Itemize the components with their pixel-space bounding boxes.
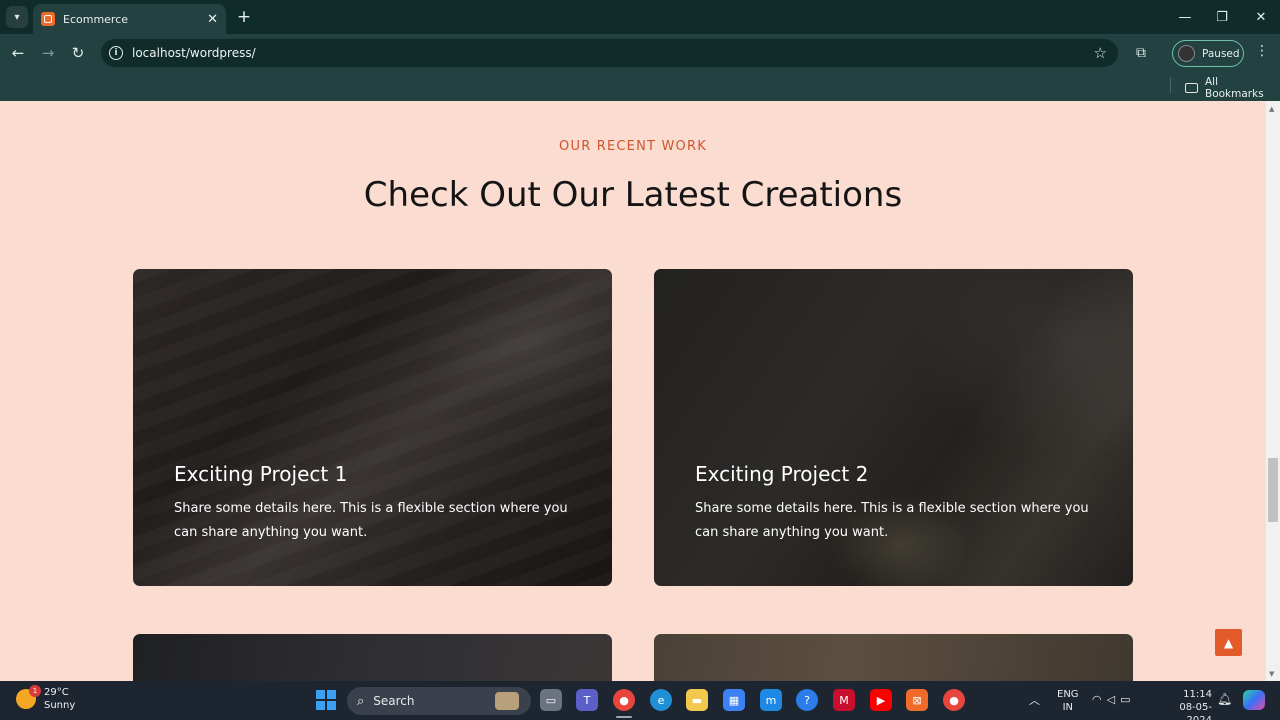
all-bookmarks-button[interactable]: All Bookmarks — [1185, 76, 1280, 100]
copilot-icon[interactable] — [1243, 690, 1265, 710]
browser-tab-strip: ▾ Ecommerce ✕ + — ❐ ✕ — [0, 0, 1280, 34]
scroll-to-top-button[interactable]: ▲ — [1215, 629, 1242, 656]
youtube-icon[interactable]: ▶ — [870, 689, 892, 711]
bookmarks-bar: All Bookmarks — [0, 72, 1280, 101]
more-menu-icon[interactable]: ⋮ — [1255, 43, 1269, 59]
chrome-icon[interactable]: ● — [613, 689, 635, 711]
windows-start-icon[interactable] — [316, 690, 336, 710]
close-tab-icon[interactable]: ✕ — [207, 12, 218, 27]
close-window-icon[interactable]: ✕ — [1246, 6, 1276, 28]
project-card-description: Share some details here. This is a flexi… — [174, 501, 568, 540]
taskbar-search[interactable]: ⌕ Search — [347, 687, 531, 715]
notification-bell-icon[interactable]: 🔔︎ — [1217, 692, 1232, 706]
weather-notification-badge: 1 — [29, 685, 41, 697]
language-indicator[interactable]: ENG IN — [1057, 688, 1079, 714]
file-explorer-icon[interactable]: ▬ — [686, 689, 708, 711]
clock-time: 11:14 — [1183, 689, 1212, 700]
weather-desc: Sunny — [44, 700, 76, 711]
all-bookmarks-label: All Bookmarks — [1205, 76, 1264, 100]
task-view-icon[interactable]: ▭ — [540, 689, 562, 711]
minimize-icon[interactable]: — — [1170, 6, 1200, 28]
project-card-1[interactable]: Exciting Project 1 Share some details he… — [133, 269, 612, 586]
site-favicon-icon — [41, 12, 55, 26]
mywp-icon[interactable]: m — [760, 689, 782, 711]
chrome-profile-icon[interactable]: ● — [943, 689, 965, 711]
show-hidden-icons-icon[interactable]: ︿ — [1029, 692, 1040, 708]
help-icon[interactable]: ? — [796, 689, 818, 711]
clock[interactable]: 11:14 08-05-2024 — [1156, 688, 1212, 720]
battery-icon[interactable]: ▭ — [1120, 693, 1135, 706]
url-text[interactable]: localhost/wordpress/ — [132, 46, 1094, 60]
scroll-down-arrow-icon[interactable]: ▼ — [1269, 670, 1274, 678]
scroll-up-arrow-icon[interactable]: ▲ — [1269, 105, 1274, 113]
page-scrollbar[interactable]: ▲ ▼ — [1266, 101, 1280, 681]
volume-icon[interactable]: ◁ — [1107, 693, 1120, 706]
address-bar[interactable]: i localhost/wordpress/ ☆ — [101, 39, 1118, 67]
restore-icon[interactable]: ❐ — [1207, 6, 1237, 28]
profile-status: Paused — [1202, 47, 1240, 60]
project-card-title: Exciting Project 2 — [695, 462, 869, 486]
weather-widget[interactable]: 1 29°C Sunny — [16, 685, 75, 712]
system-tray-icons[interactable]: ◠◁▭ — [1092, 693, 1135, 706]
teams-icon[interactable]: T — [576, 689, 598, 711]
back-icon[interactable]: ← — [7, 42, 29, 64]
edge-icon[interactable]: e — [650, 689, 672, 711]
weather-temp: 29°C — [44, 687, 69, 698]
mcafee-icon[interactable]: M — [833, 689, 855, 711]
weather-text: 29°C Sunny — [44, 686, 75, 712]
page-viewport: OUR RECENT WORK Check Out Our Latest Cre… — [0, 101, 1266, 681]
tab-ecommerce[interactable]: Ecommerce ✕ — [33, 4, 226, 34]
clock-date: 08-05-2024 — [1179, 702, 1212, 720]
section-eyebrow: OUR RECENT WORK — [559, 139, 707, 154]
browser-toolbar: ← → ↻ i localhost/wordpress/ ☆ ⧉ Paused … — [0, 34, 1280, 72]
project-card-3[interactable] — [133, 634, 612, 681]
avatar — [1178, 45, 1195, 62]
tab-title: Ecommerce — [63, 12, 129, 26]
project-card-4[interactable] — [654, 634, 1133, 681]
reload-icon[interactable]: ↻ — [67, 42, 89, 64]
search-icon: ⌕ — [357, 693, 365, 709]
bookmark-star-icon[interactable]: ☆ — [1094, 44, 1107, 62]
search-label: Search — [373, 694, 415, 708]
sun-icon: 1 — [16, 685, 41, 709]
microsoft-store-icon[interactable]: ▦ — [723, 689, 745, 711]
xampp-icon[interactable]: ⊠ — [906, 689, 928, 711]
wifi-icon[interactable]: ◠ — [1092, 693, 1107, 706]
profile-button[interactable]: Paused — [1172, 40, 1244, 67]
scrollbar-thumb[interactable] — [1268, 458, 1278, 522]
new-tab-icon[interactable]: + — [234, 6, 254, 28]
search-highlight-icon — [495, 692, 519, 710]
windows-taskbar: 1 29°C Sunny ⌕ Search ▭ T ● e ▬ ▦ m ? M … — [0, 681, 1280, 720]
project-card-2[interactable]: Exciting Project 2 Share some details he… — [654, 269, 1133, 586]
section-headline: Check Out Our Latest Creations — [363, 175, 903, 215]
tab-search-chevron-icon[interactable]: ▾ — [6, 6, 28, 28]
active-app-indicator — [616, 716, 632, 718]
project-card-title: Exciting Project 1 — [174, 462, 348, 486]
site-info-icon[interactable]: i — [109, 46, 123, 60]
extensions-icon[interactable]: ⧉ — [1131, 43, 1151, 63]
lang-bottom: IN — [1062, 702, 1073, 713]
project-card-description: Share some details here. This is a flexi… — [695, 501, 1089, 540]
folder-icon — [1185, 83, 1198, 93]
lang-top: ENG — [1057, 689, 1079, 700]
forward-icon[interactable]: → — [37, 42, 59, 64]
bookmarks-divider — [1170, 77, 1171, 93]
